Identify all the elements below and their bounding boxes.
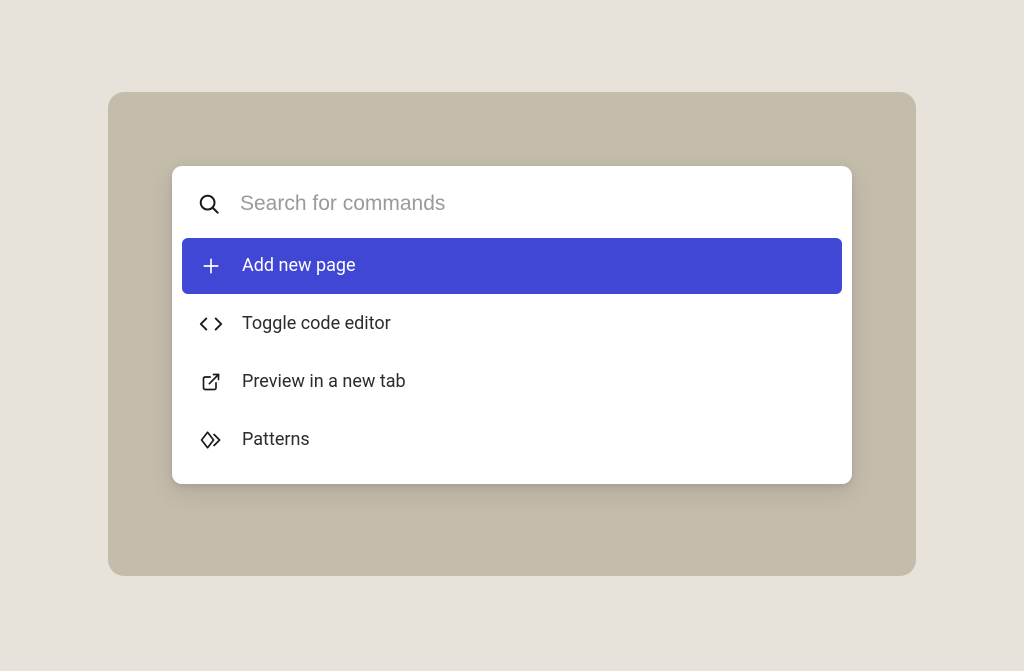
command-item-toggle-code-editor[interactable]: Toggle code editor: [182, 296, 842, 352]
plus-icon: [198, 254, 224, 278]
command-label: Patterns: [242, 429, 310, 451]
search-icon: [196, 192, 222, 216]
backdrop-container: Add new page Toggle code editor: [108, 92, 916, 576]
command-label: Toggle code editor: [242, 313, 391, 335]
search-row: [172, 174, 852, 234]
command-list: Add new page Toggle code editor: [172, 234, 852, 468]
command-label: Add new page: [242, 255, 356, 277]
command-item-preview-new-tab[interactable]: Preview in a new tab: [182, 354, 842, 410]
code-icon: [198, 312, 224, 336]
command-item-add-new-page[interactable]: Add new page: [182, 238, 842, 294]
patterns-icon: [198, 428, 224, 452]
command-palette: Add new page Toggle code editor: [172, 166, 852, 484]
command-label: Preview in a new tab: [242, 371, 406, 393]
search-input[interactable]: [240, 192, 828, 216]
command-item-patterns[interactable]: Patterns: [182, 412, 842, 468]
external-link-icon: [198, 370, 224, 394]
